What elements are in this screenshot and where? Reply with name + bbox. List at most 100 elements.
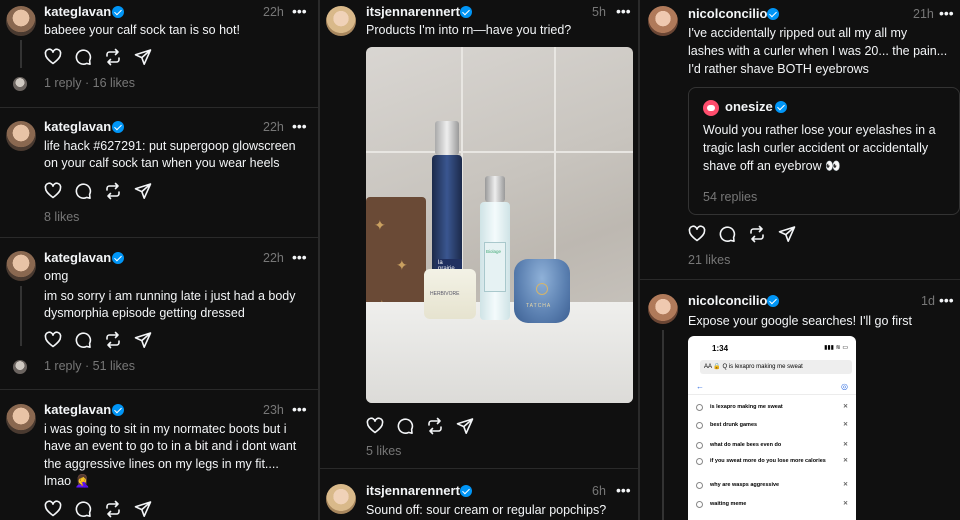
like-icon[interactable] (366, 417, 384, 435)
thread-line (20, 286, 22, 346)
phone-search-bar: AA 🔒 Q is lexapro making me sweat (700, 360, 852, 374)
post-stats[interactable]: 1 reply · 16 likes (44, 76, 135, 90)
comment-icon[interactable] (74, 500, 92, 518)
share-icon[interactable] (134, 500, 152, 518)
action-bar (44, 331, 152, 349)
reply-avatar (13, 360, 27, 374)
quoted-text-line: tragic lash curler accident or accidenta… (703, 141, 929, 155)
username[interactable]: itsjennarennert (366, 483, 460, 498)
repost-icon[interactable] (426, 417, 444, 435)
verified-badge-icon (767, 8, 779, 20)
post-time: 21h (913, 7, 934, 21)
search-history-screenshot[interactable]: 1:34 ▮▮▮ ≋ ▭ AA 🔒 Q is lexapro making me… (688, 336, 856, 520)
clock-icon (696, 501, 703, 508)
username[interactable]: kateglavan (44, 119, 111, 134)
share-icon[interactable] (456, 417, 474, 435)
like-icon[interactable] (44, 331, 62, 349)
more-options-icon[interactable]: ••• (292, 3, 307, 19)
more-options-icon[interactable]: ••• (292, 401, 307, 417)
quoted-text-line: Would you rather lose your eyelashes in … (703, 123, 936, 137)
google-lens-icon: ◎ (841, 382, 848, 391)
reply-avatar (13, 77, 27, 91)
avatar[interactable] (648, 6, 678, 36)
share-icon[interactable] (134, 48, 152, 66)
search-query: best drunk games (710, 422, 758, 428)
label-panel: Biolage (484, 242, 506, 292)
username[interactable]: nicolconcilio (688, 293, 767, 308)
more-options-icon[interactable]: ••• (292, 249, 307, 265)
more-options-icon[interactable]: ••• (939, 5, 954, 21)
verified-badge-icon (112, 6, 124, 18)
feed-column-2: itsjennarennert 5h ••• Products I'm into… (320, 0, 638, 520)
like-icon[interactable] (688, 225, 706, 243)
comment-icon[interactable] (74, 182, 92, 200)
post-text-line: have an event to go to in a bit and i do… (44, 439, 297, 453)
avatar[interactable] (326, 484, 356, 514)
like-icon[interactable] (44, 48, 62, 66)
post-stats[interactable]: 5 likes (366, 444, 401, 458)
post-stats[interactable]: 8 likes (44, 210, 79, 224)
avatar[interactable] (648, 294, 678, 324)
pump-cap (435, 121, 459, 155)
search-query: is lexapro making me sweat (710, 404, 783, 410)
repost-icon[interactable] (104, 48, 122, 66)
share-icon[interactable] (778, 225, 796, 243)
post-stats[interactable]: 1 reply · 51 likes (44, 359, 135, 373)
search-query: waiting meme (710, 501, 747, 507)
repost-icon[interactable] (748, 225, 766, 243)
post-text-line: I'd rather shave BOTH eyebrows (688, 62, 869, 76)
verified-badge-icon (460, 485, 472, 497)
post-time: 22h (263, 120, 284, 134)
username[interactable]: nicolconcilio (688, 6, 767, 21)
avatar[interactable] (326, 6, 356, 36)
more-options-icon[interactable]: ••• (616, 3, 631, 19)
action-bar (688, 225, 796, 243)
thread-line (662, 330, 664, 520)
username[interactable]: kateglavan (44, 250, 111, 265)
avatar[interactable] (6, 251, 36, 281)
repost-icon[interactable] (104, 500, 122, 518)
repost-icon[interactable] (104, 182, 122, 200)
comment-icon[interactable] (74, 48, 92, 66)
avatar[interactable] (6, 6, 36, 36)
avatar[interactable] (6, 121, 36, 151)
verified-badge-icon (767, 295, 779, 307)
comment-icon[interactable] (74, 331, 92, 349)
quoted-username[interactable]: onesize (725, 99, 773, 114)
like-icon[interactable] (44, 500, 62, 518)
quoted-text-line: shave off an eyebrow 👀 (703, 159, 841, 173)
share-icon[interactable] (134, 182, 152, 200)
verified-badge-icon (775, 101, 787, 113)
quoted-post[interactable]: onesize Would you rather lose your eyela… (688, 87, 960, 215)
action-bar (44, 500, 152, 518)
verified-badge-icon (112, 252, 124, 264)
username[interactable]: itsjennarennert (366, 4, 460, 19)
post-photo[interactable]: ✦ ✦ ✦ ✦ la prairie HERBIVORE Biolage (366, 47, 633, 403)
post-stats[interactable]: 21 likes (688, 253, 730, 267)
username[interactable]: kateglavan (44, 4, 111, 19)
more-options-icon[interactable]: ••• (292, 118, 307, 134)
back-arrow-icon: ← (696, 382, 704, 391)
username[interactable]: kateglavan (44, 402, 111, 417)
divider (320, 468, 638, 469)
feed-column-1: kateglavan 22h ••• babeee your calf sock… (0, 0, 318, 520)
like-icon[interactable] (44, 182, 62, 200)
divider (688, 394, 856, 395)
share-icon[interactable] (134, 331, 152, 349)
avatar[interactable] (6, 404, 36, 434)
post-text-line: im so sorry i am running late i just had… (44, 289, 296, 303)
post-text-line: life hack #627291: put supergoop glowscr… (44, 139, 296, 153)
more-options-icon[interactable]: ••• (939, 292, 954, 308)
repost-icon[interactable] (104, 331, 122, 349)
pattern-mark: ✦ (374, 217, 386, 233)
more-options-icon[interactable]: ••• (616, 482, 631, 498)
comment-icon[interactable] (396, 417, 414, 435)
post-text-line: on your calf sock tan when you wear heel… (44, 156, 280, 170)
post-time: 6h (592, 484, 606, 498)
comment-icon[interactable] (718, 225, 736, 243)
onesize-logo-icon (703, 100, 719, 116)
close-icon: ✕ (842, 422, 848, 428)
quoted-stats[interactable]: 54 replies (703, 190, 757, 204)
clock-icon (696, 458, 703, 465)
phone-time: 1:34 (712, 344, 729, 353)
